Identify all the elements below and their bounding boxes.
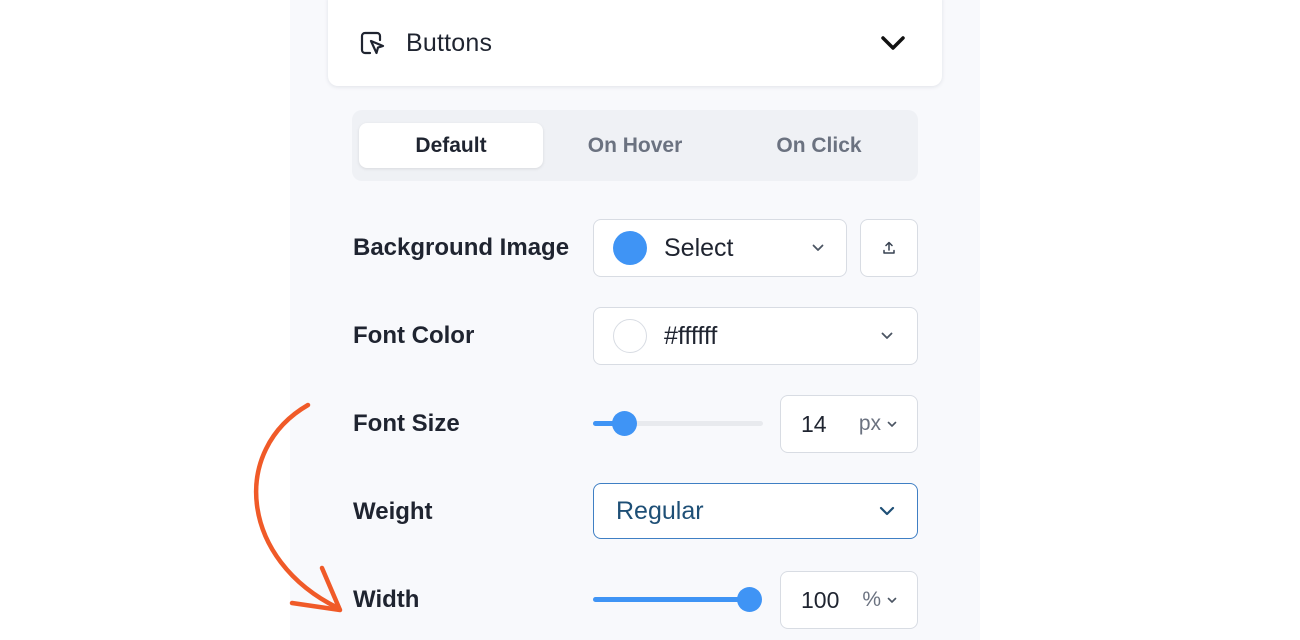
chevron-down-icon xyxy=(887,597,897,603)
font-size-input[interactable]: 14 px xyxy=(780,395,918,453)
font-color-select[interactable]: #ffffff xyxy=(593,307,918,365)
chevron-down-icon xyxy=(881,332,893,339)
chevron-down-icon xyxy=(887,421,897,427)
background-image-value: Select xyxy=(664,233,734,262)
slider-handle[interactable] xyxy=(737,587,762,612)
cursor-click-icon xyxy=(360,31,385,55)
chevron-down-icon xyxy=(879,506,895,516)
unit-label: px xyxy=(858,412,881,435)
upload-button[interactable] xyxy=(860,219,918,277)
background-image-label: Background Image xyxy=(353,234,570,261)
font-size-value: 14 xyxy=(801,410,827,437)
upload-icon xyxy=(883,241,895,254)
font-color-value: #ffffff xyxy=(664,321,718,350)
slider-handle[interactable] xyxy=(611,411,637,436)
section-title: Buttons xyxy=(406,28,493,57)
unit-label: % xyxy=(862,588,881,611)
weight-select[interactable]: Regular xyxy=(593,483,918,539)
font-size-unit-select[interactable]: px xyxy=(859,412,897,436)
color-swatch xyxy=(613,319,647,353)
tab-default[interactable]: Default xyxy=(359,123,543,168)
state-tabs: Default On Hover On Click xyxy=(352,110,918,181)
chevron-down-icon xyxy=(812,244,824,251)
font-size-slider[interactable] xyxy=(593,409,763,439)
tab-on-click[interactable]: On Click xyxy=(727,123,911,168)
width-slider[interactable] xyxy=(593,585,762,615)
slider-fill xyxy=(593,597,749,602)
chevron-down-icon[interactable] xyxy=(880,34,906,52)
color-swatch xyxy=(613,231,647,265)
weight-label: Weight xyxy=(353,498,433,525)
tab-on-hover[interactable]: On Hover xyxy=(543,123,727,168)
weight-value: Regular xyxy=(616,496,704,525)
font-size-label: Font Size xyxy=(353,410,460,437)
background-image-select[interactable]: Select xyxy=(593,219,847,277)
buttons-section-header[interactable]: Buttons xyxy=(328,0,942,86)
width-label: Width xyxy=(353,586,420,613)
font-color-label: Font Color xyxy=(353,322,475,349)
width-input[interactable]: 100 % xyxy=(780,571,918,629)
width-value: 100 xyxy=(801,586,840,613)
width-unit-select[interactable]: % xyxy=(862,588,897,612)
